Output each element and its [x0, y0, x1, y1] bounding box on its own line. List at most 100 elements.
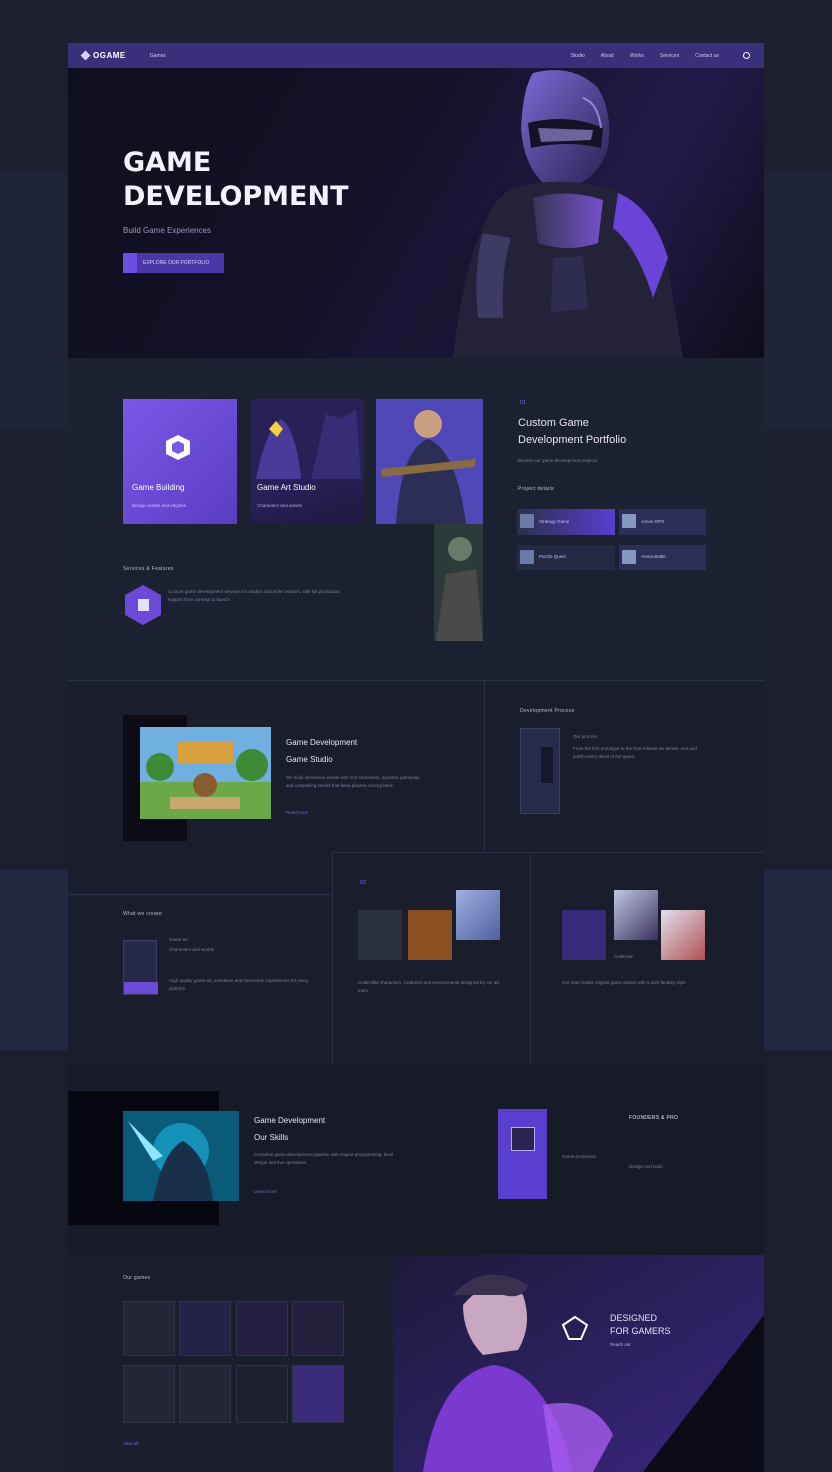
hero-cta-button[interactable]: EXPLORE OUR PORTFOLIO	[123, 253, 224, 273]
divider	[484, 680, 485, 852]
showcase-link[interactable]: Read more	[286, 809, 308, 817]
game-tile-8[interactable]	[292, 1365, 344, 1423]
divider	[68, 894, 332, 895]
game-tile-3[interactable]	[236, 1301, 288, 1356]
mini-row-thumb	[520, 550, 534, 564]
card2-subtitle: Characters and assets	[257, 503, 303, 508]
card2-title: Game Art Studio	[257, 483, 316, 492]
nav-item-contact[interactable]: Contact us	[695, 53, 719, 59]
services-label: Services & Features	[123, 566, 174, 572]
mini-row-3[interactable]: Puzzle Quest	[517, 545, 615, 570]
gallery-right-subtitle: Reach out	[610, 1342, 631, 1347]
portfolio-title-1: Custom Game	[518, 417, 589, 429]
game-tile-4[interactable]	[292, 1301, 344, 1356]
mini-row-2[interactable]: Action RPG	[619, 509, 706, 535]
feature2-text: Complete game development pipeline with …	[254, 1152, 394, 1165]
divider	[68, 680, 764, 681]
gallery-label: Our games	[123, 1275, 151, 1281]
game-building-card[interactable]: Game Building Design worlds and engines	[123, 399, 237, 524]
process-intro: Our process	[573, 734, 598, 739]
divider	[332, 852, 333, 1064]
lower-mid-text: Collectible characters, creatures and en…	[358, 980, 500, 993]
masked-figure-image	[251, 399, 364, 479]
game-tile-7[interactable]	[236, 1365, 288, 1423]
artifact-thumb-1[interactable]	[562, 910, 606, 960]
lower-right-text: Our team builds original game assets wit…	[562, 980, 687, 985]
nav-item-about[interactable]: About	[601, 53, 614, 59]
nav-item-services[interactable]: Services	[660, 53, 679, 59]
game-art-card[interactable]: Game Art Studio Characters and assets	[251, 399, 364, 524]
search-icon[interactable]	[743, 52, 750, 59]
card1-title: Game Building	[132, 483, 185, 492]
portfolio-number: 01	[520, 400, 527, 406]
mini-row-thumb	[622, 550, 636, 564]
lower-label: What we create	[123, 911, 162, 917]
portfolio-subtitle: Browse our game development projects	[518, 458, 598, 463]
feature2-title-1: Game Development	[254, 1116, 326, 1125]
mini-row-label: Arena Battle	[641, 554, 666, 559]
showcase-title-2: Game Studio	[286, 755, 333, 764]
cube-icon	[163, 432, 193, 462]
hero-title: GAME DEVELOPMENT	[123, 146, 423, 214]
game-tile-6[interactable]	[179, 1365, 231, 1423]
services-text: Custom game development services for stu…	[168, 589, 340, 602]
mini-row-label: Strategy Game	[539, 519, 570, 524]
logo-icon	[80, 50, 91, 61]
showcase-text: We build immersive worlds with rich char…	[286, 775, 420, 788]
mini-row-label: Action RPG	[641, 519, 665, 524]
divider	[530, 852, 531, 1064]
armored-knight-illustration	[383, 70, 683, 358]
game-tile-5[interactable]	[123, 1365, 175, 1423]
feature2-side-text-2: Design and build	[629, 1164, 663, 1169]
mini-row-thumb	[520, 514, 534, 528]
logo-text: OGAME	[93, 51, 126, 60]
art-thumbnail[interactable]	[123, 940, 158, 995]
nav-item-works[interactable]: Works	[630, 53, 644, 59]
gallery-section	[68, 1255, 393, 1472]
cyan-warrior-image[interactable]	[123, 1111, 239, 1201]
artifact-thumb-3[interactable]	[661, 910, 705, 960]
hero-title-line2: DEVELOPMENT	[123, 181, 349, 212]
card-image	[511, 1127, 535, 1151]
lower-small-title: Game art	[169, 937, 188, 942]
game-tile-2[interactable]	[179, 1301, 231, 1356]
gallery-bottom-link[interactable]: View all	[123, 1440, 138, 1448]
feature2-purple-card[interactable]	[498, 1109, 547, 1199]
lower-right-caption: Collection	[614, 954, 634, 959]
mini-row-4[interactable]: Arena Battle	[619, 545, 706, 570]
process-text: From the first prototype to the final re…	[573, 746, 697, 759]
hexagon-icon	[123, 583, 163, 627]
top-nav: OGAME Games Studio About Works Services …	[68, 43, 764, 68]
process-label: Development Process	[520, 708, 575, 714]
creature-thumb-3[interactable]	[456, 890, 500, 940]
nav-item-studio[interactable]: Studio	[571, 53, 585, 59]
hero-title-line1: GAME	[123, 147, 212, 178]
card1-subtitle: Design worlds and engines	[132, 503, 187, 508]
thumbnail-accent	[124, 982, 158, 994]
nav-link-games[interactable]: Games	[150, 53, 166, 59]
showcase-title-1: Game Development	[286, 738, 358, 747]
artifact-thumb-2[interactable]	[614, 890, 658, 940]
hero-character-illustration	[393, 1255, 764, 1472]
creature-thumb-1[interactable]	[358, 910, 402, 960]
feature2-side-title: FOUNDERS & PRO	[629, 1115, 679, 1121]
gallery-right-title-2: FOR GAMERS	[610, 1326, 671, 1336]
feature2-link[interactable]: Learn more	[254, 1188, 277, 1196]
device-screen	[541, 747, 553, 783]
divider	[332, 852, 764, 853]
page: OGAME Games Studio About Works Services …	[68, 43, 764, 1472]
game-tile-1[interactable]	[123, 1301, 175, 1356]
character-collage	[376, 399, 483, 641]
hero-subtitle: Build Game Experiences	[123, 226, 212, 235]
mini-row-1[interactable]: Strategy Game	[517, 509, 615, 535]
mini-row-label: Puzzle Quest	[539, 554, 566, 559]
fantasy-world-image[interactable]	[140, 727, 271, 819]
phone-device-image	[520, 728, 560, 814]
gallery-right-title-1: DESIGNED	[610, 1313, 658, 1323]
portfolio-title-2: Development Portfolio	[518, 434, 627, 446]
portfolio-tag: Project details	[518, 486, 554, 492]
mini-row-thumb	[622, 514, 636, 528]
logo[interactable]: OGAME	[80, 50, 126, 61]
nav-menu: Studio About Works Services Contact us	[571, 52, 750, 59]
creature-thumb-2[interactable]	[408, 910, 452, 960]
